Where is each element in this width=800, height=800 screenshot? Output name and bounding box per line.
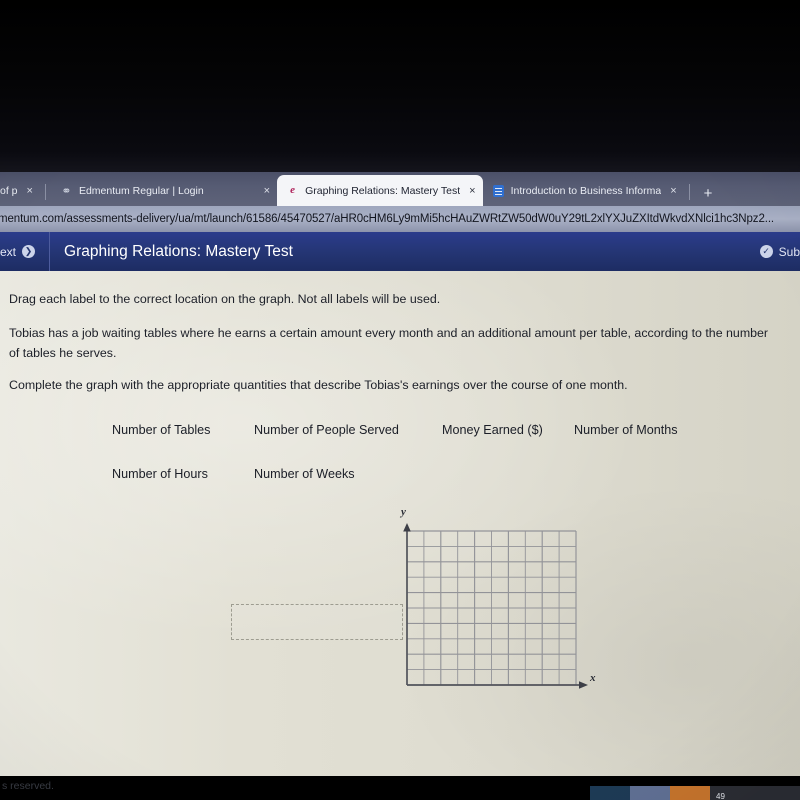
dropzone-y-axis[interactable] [231,604,403,640]
y-axis-arrow-icon [403,523,411,532]
taskbar-strip: 49 [590,786,800,800]
browser-tab-0[interactable]: of p × [0,176,40,206]
drag-label-number-of-people-served[interactable]: Number of People Served [254,423,442,437]
drag-label-bank: Number of Tables Number of People Served… [112,423,732,481]
browser-tab-3[interactable]: Introduction to Business Informa × [483,176,684,206]
drag-label-number-of-tables[interactable]: Number of Tables [112,423,254,437]
url-text: mentum.com/assessments-delivery/ua/mt/la… [0,213,775,225]
drag-label-row-2: Number of Hours Number of Weeks [112,467,732,481]
browser-tab-2-label: Graphing Relations: Mastery Test [305,184,461,197]
assessment-page: Drag each label to the correct location … [0,271,800,776]
drag-label-row-1: Number of Tables Number of People Served… [112,423,732,437]
browser-tab-1-close-icon[interactable]: × [264,185,270,197]
instruction-line-2: Tobias has a job waiting tables where he… [9,326,769,341]
page-title: Graphing Relations: Mastery Test [64,242,293,260]
browser-tab-0-label: of p [0,185,18,197]
x-axis-arrow-icon [579,681,588,689]
browser-tab-3-label: Introduction to Business Informa [510,185,662,197]
taskbar-app-icon-1[interactable] [590,786,630,800]
edge-icon: e [290,184,296,196]
monitor-bezel-top [0,0,800,172]
taskbar-app-icon-3[interactable] [670,786,710,800]
document-icon [492,185,505,198]
drag-label-number-of-weeks[interactable]: Number of Weeks [254,467,442,481]
tab-separator-1 [688,184,690,200]
os-taskbar: 49 [0,786,800,800]
submit-circle-icon: ✓ [759,245,773,258]
drag-label-number-of-months[interactable]: Number of Months [574,423,678,437]
browser-tab-strip: of p × ⚭ Edmentum Regular | Login × e Gr… [0,172,800,206]
browser-tab-1[interactable]: ⚭ Edmentum Regular | Login × [51,176,277,206]
coordinate-graph: y x [398,506,608,717]
instruction-line-1: Drag each label to the correct location … [9,292,441,306]
assessment-header: ext ❯ Graphing Relations: Mastery Test ✓… [0,232,800,271]
submit-button[interactable]: ✓ Sub [759,244,800,259]
browser-tab-1-label: Edmentum Regular | Login [78,185,204,197]
instructions-block: Drag each label to the correct location … [9,289,789,395]
instruction-line-3: of tables he serves. [9,346,117,361]
bulb-icon: ⚭ [61,184,72,198]
header-divider [49,232,51,271]
browser-tab-3-close-icon[interactable]: × [670,185,676,197]
submit-button-label: Sub [778,244,800,259]
screen-photo: of p × ⚭ Edmentum Regular | Login × e Gr… [0,0,800,800]
instruction-line-4: Complete the graph with the appropriate … [9,378,628,393]
taskbar-app-icon-2[interactable] [630,786,670,800]
taskbar-clock: 49 [716,792,725,800]
drag-label-money-earned[interactable]: Money Earned ($) [442,423,574,437]
next-button[interactable]: ext ❯ [0,244,36,259]
tab-separator-0 [44,184,46,200]
taskbar-tray[interactable]: 49 [710,786,800,800]
browser-tab-2-close-icon[interactable]: × [469,185,475,197]
next-circle-icon: ❯ [22,245,36,258]
address-bar[interactable]: mentum.com/assessments-delivery/ua/mt/la… [0,206,800,232]
browser-tab-0-close-icon[interactable]: × [27,185,33,197]
grid-svg [403,523,588,689]
drag-label-number-of-hours[interactable]: Number of Hours [112,467,254,481]
next-button-label: ext [0,244,17,259]
browser-tab-2[interactable]: e Graphing Relations: Mastery Test × [277,175,483,206]
new-tab-button[interactable]: + [695,185,722,206]
